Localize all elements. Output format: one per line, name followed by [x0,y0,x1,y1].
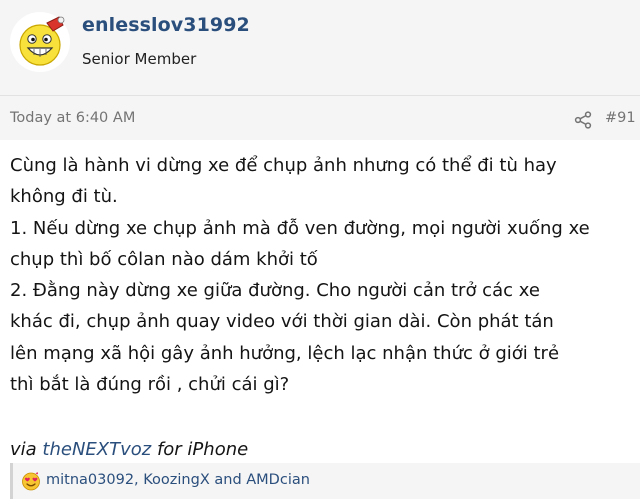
post-text-line: khác đi, chụp ảnh quay video với thời gi… [10,311,554,333]
post-text-line: chụp thì bố côlan nào dám khởi tố [10,248,318,270]
signature-prefix: via [10,438,43,460]
post-timestamp[interactable]: Today at 6:40 AM [10,110,135,126]
post-text-line: lên mạng xã hội gây ảnh hưởng, lệch lạc … [10,342,560,364]
signature-app-link[interactable]: theNEXTvoz [42,439,151,460]
username[interactable]: enlesslov31992 [82,14,250,36]
signature-suffix: for iPhone [151,438,249,460]
post-meta-bar: Today at 6:40 AM [0,96,640,140]
user-title: Senior Member [82,50,197,68]
post-text-line: Cùng là hành vi dừng xe để chụp ảnh nhưn… [10,155,557,176]
reactions-bar: mitna03092, KoozingX and AMDcian [10,463,640,499]
reactions-user-list[interactable]: mitna03092, KoozingX and AMDcian [46,472,310,488]
post-text-line: 2. Đằng này dừng xe giữa đường. Cho ngườ… [10,280,540,302]
user-header: enlesslov31992 Senior Member [0,0,640,96]
post-text-line: thì bắt là đúng rồi , chửi cái gì? [10,374,290,396]
love-face-icon[interactable] [21,471,41,491]
post-text-line: 1. Nếu dừng xe chụp ảnh mà đỗ ven đường,… [10,217,590,239]
post-text-line: không đi tù. [10,186,118,208]
post-number-link[interactable]: #91 [605,110,636,126]
post-signature: via theNEXTvoz for iPhone [10,434,634,465]
post-body: Cùng là hành vi dừng xe để chụp ảnh nhưn… [10,150,634,465]
share-icon[interactable] [574,111,592,129]
grinning-emoji-icon[interactable] [9,11,71,73]
forum-post: enlesslov31992 Senior Member Today at 6:… [0,0,640,501]
